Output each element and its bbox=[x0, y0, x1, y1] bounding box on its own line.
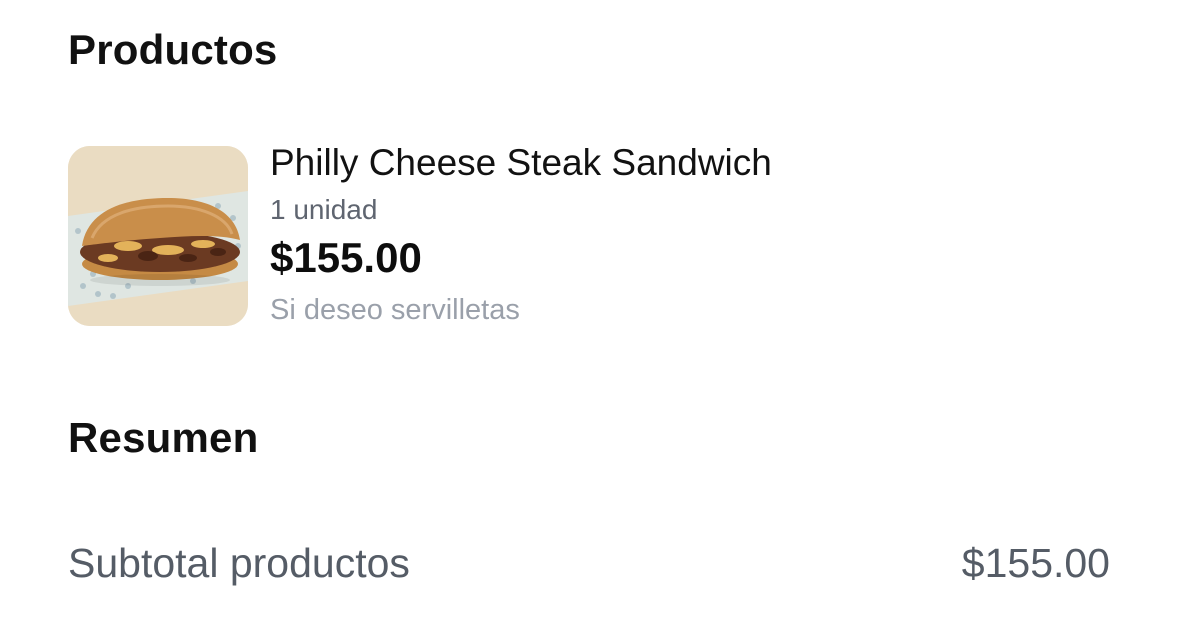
subtotal-row: Subtotal productos $155.00 bbox=[68, 540, 1110, 596]
order-summary-page: Productos Philly Cheese Steak Sandwich 1… bbox=[0, 0, 1200, 636]
products-section-title: Productos bbox=[68, 26, 278, 73]
product-image bbox=[68, 146, 248, 326]
product-quantity: 1 unidad bbox=[270, 194, 378, 225]
subtotal-label: Subtotal productos bbox=[68, 540, 410, 586]
product-name: Philly Cheese Steak Sandwich bbox=[270, 142, 772, 183]
sandwich-photo-icon bbox=[68, 146, 248, 326]
subtotal-value: $155.00 bbox=[961, 540, 1110, 586]
summary-section-title: Resumen bbox=[68, 414, 259, 461]
product-item[interactable]: Philly Cheese Steak Sandwich 1 unidad $1… bbox=[68, 142, 1132, 330]
product-price: $155.00 bbox=[270, 234, 422, 281]
product-note: Si deseo servilletas bbox=[270, 294, 520, 326]
